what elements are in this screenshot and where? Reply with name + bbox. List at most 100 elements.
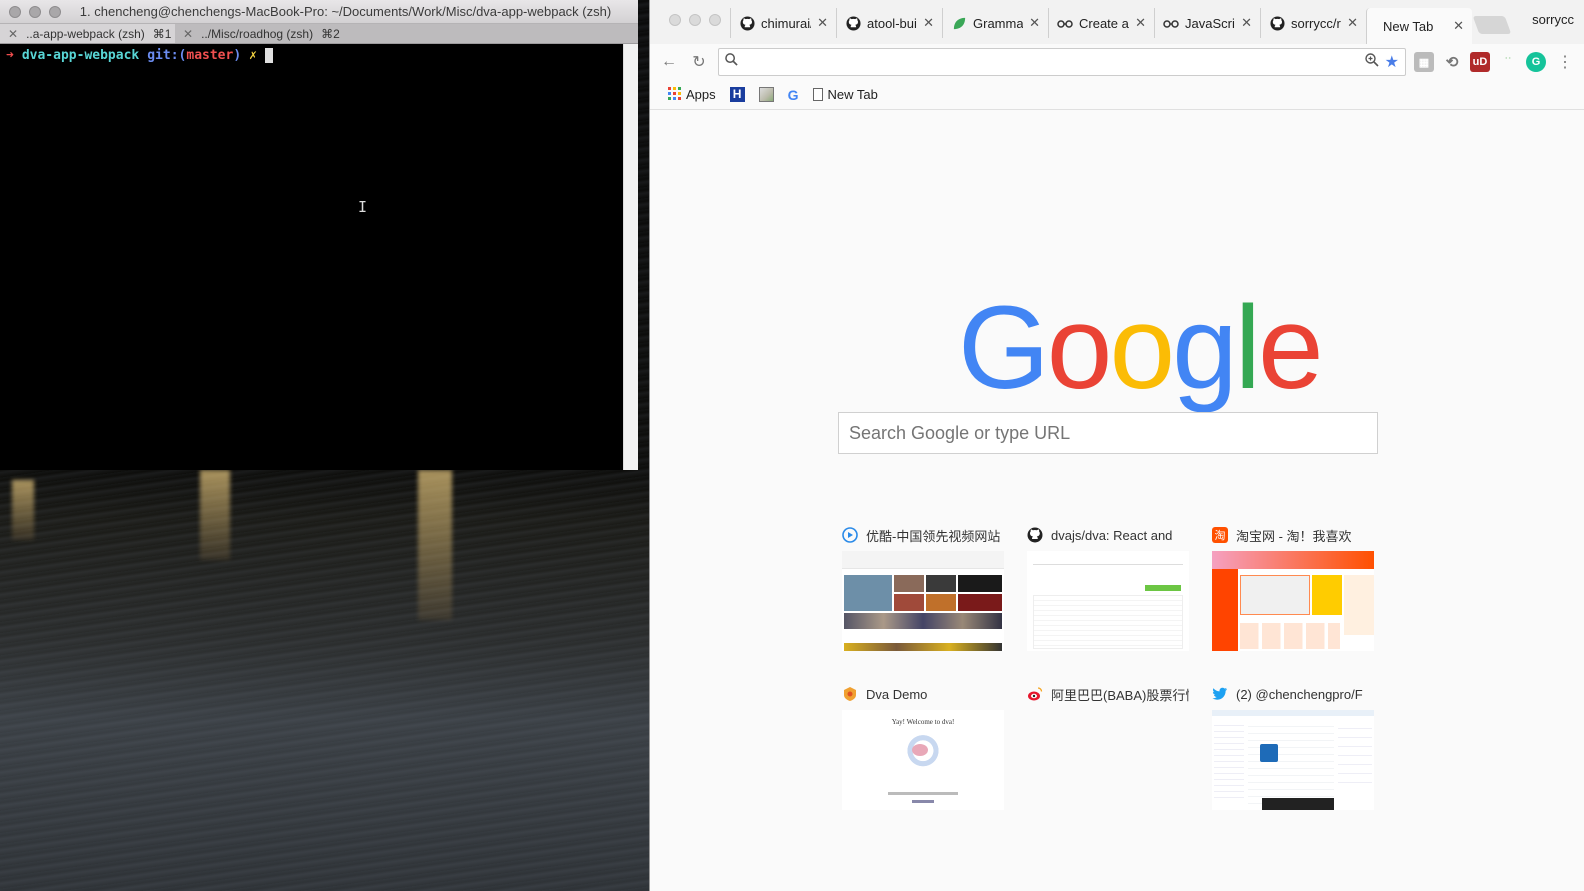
github-icon bbox=[739, 15, 755, 31]
tab-title: JavaScrip bbox=[1185, 15, 1235, 31]
profile-button[interactable]: sorrycc bbox=[1532, 12, 1574, 27]
tile-thumbnail bbox=[1027, 710, 1189, 810]
zoom-window-button[interactable] bbox=[709, 14, 721, 26]
bookmark-google[interactable]: G bbox=[788, 87, 799, 103]
light-reflection bbox=[200, 470, 230, 560]
back-arrow-icon[interactable]: ← bbox=[658, 51, 680, 73]
taobao-icon: 淘 bbox=[1212, 527, 1228, 543]
browser-tab[interactable]: JavaScrip ✕ bbox=[1154, 8, 1260, 38]
most-visited-tile[interactable]: 淘 淘宝网 - 淘！我喜欢 bbox=[1212, 523, 1374, 651]
menu-kebab-icon[interactable]: ⋮ bbox=[1554, 51, 1576, 73]
close-tab-icon[interactable]: ✕ bbox=[8, 27, 18, 41]
minimize-window-button[interactable] bbox=[29, 5, 41, 18]
tile-thumbnail: Yay! Welcome to dva! bbox=[842, 710, 1004, 810]
google-logo: Google bbox=[958, 280, 1324, 416]
browser-toolbar: ← ↻ ★ ▦ ⟲ uD ˙˙ G ⋮ bbox=[650, 44, 1584, 80]
prompt-arrow-icon: ➜ bbox=[6, 48, 14, 63]
most-visited-tile[interactable]: (2) @chenchengpro/F bbox=[1212, 682, 1374, 810]
most-visited-tile[interactable]: 优酷-中国领先视频网站 bbox=[842, 523, 1004, 651]
close-window-button[interactable] bbox=[669, 14, 681, 26]
close-tab-icon[interactable]: ✕ bbox=[923, 15, 942, 31]
browser-tab[interactable]: Grammar ✕ bbox=[942, 8, 1048, 38]
glasses-icon bbox=[1057, 15, 1073, 31]
logo-letter: g bbox=[1172, 282, 1238, 414]
terminal-title: 1. chencheng@chenchengs-MacBook-Pro: ~/D… bbox=[79, 4, 612, 19]
extension-icon[interactable]: ▦ bbox=[1414, 52, 1434, 72]
tile-thumbnail bbox=[1212, 551, 1374, 651]
address-bar[interactable]: ★ bbox=[718, 48, 1406, 76]
close-tab-icon[interactable]: ✕ bbox=[1029, 15, 1048, 31]
sync-extension-icon[interactable]: ⟲ bbox=[1442, 52, 1462, 72]
github-icon bbox=[1027, 527, 1043, 543]
terminal-tab-1[interactable]: ✕ ..a-app-webpack (zsh) ⌘1 bbox=[0, 24, 175, 43]
bookmark-new-tab[interactable]: New Tab bbox=[812, 87, 878, 102]
terminal-titlebar[interactable]: 1. chencheng@chenchengs-MacBook-Pro: ~/D… bbox=[0, 0, 638, 24]
minimize-window-button[interactable] bbox=[689, 14, 701, 26]
google-search-box[interactable] bbox=[838, 412, 1378, 454]
close-tab-icon[interactable]: ✕ bbox=[1135, 15, 1154, 31]
browser-tab[interactable]: Create a ✕ bbox=[1048, 8, 1154, 38]
page-icon bbox=[812, 88, 823, 101]
logo-letter: o bbox=[1109, 282, 1175, 414]
close-window-button[interactable] bbox=[9, 5, 21, 18]
terminal-body[interactable]: ➜ dva-app-webpack git:(master) ✗ I bbox=[0, 44, 638, 470]
terminal-tab-bar: ✕ ..a-app-webpack (zsh) ⌘1 ✕ ../Misc/roa… bbox=[0, 24, 638, 44]
tab-title: Create a bbox=[1079, 15, 1129, 31]
logo-letter: G bbox=[958, 282, 1050, 414]
h-icon: H bbox=[729, 87, 745, 102]
bookmark-image[interactable] bbox=[758, 87, 774, 102]
close-tab-icon[interactable]: ✕ bbox=[1347, 15, 1366, 31]
ublock-icon[interactable]: uD bbox=[1470, 52, 1490, 72]
dva-icon bbox=[842, 686, 858, 702]
extension-dots-icon[interactable]: ˙˙ bbox=[1498, 52, 1518, 72]
tile-title: 淘宝网 - 淘！我喜欢 bbox=[1236, 528, 1352, 544]
zoom-window-button[interactable] bbox=[49, 5, 61, 18]
browser-tab[interactable]: sorrycc/r ✕ bbox=[1260, 8, 1366, 38]
prompt-dirty-icon: ✗ bbox=[249, 48, 257, 63]
bookmark-h[interactable]: H bbox=[729, 87, 745, 102]
bookmark-star-icon[interactable]: ★ bbox=[1385, 52, 1399, 72]
logo-letter: o bbox=[1046, 282, 1113, 414]
new-tab-button[interactable] bbox=[1472, 16, 1512, 34]
close-tab-icon[interactable]: ✕ bbox=[1453, 18, 1472, 34]
browser-tab-active[interactable]: New Tab ✕ bbox=[1366, 8, 1472, 44]
terminal-scrollbar[interactable] bbox=[623, 44, 638, 470]
bookmark-label: Apps bbox=[686, 87, 716, 102]
tile-thumbnail bbox=[1027, 551, 1189, 651]
browser-tab[interactable]: chimurai/ ✕ bbox=[730, 8, 836, 38]
browser-tab[interactable]: atool-buil ✕ bbox=[836, 8, 942, 38]
tile-title: Dva Demo bbox=[866, 686, 928, 702]
search-input[interactable] bbox=[849, 422, 1367, 444]
terminal-tab-shortcut: ⌘1 bbox=[152, 26, 172, 41]
window-controls bbox=[0, 5, 61, 18]
close-tab-icon[interactable]: ✕ bbox=[183, 27, 193, 41]
glasses-icon bbox=[1163, 15, 1179, 31]
most-visited-tile[interactable]: 阿里巴巴(BABA)股票行情 bbox=[1027, 682, 1189, 810]
tab-title: chimurai/ bbox=[761, 15, 812, 31]
close-tab-icon[interactable]: ✕ bbox=[817, 15, 836, 31]
logo-letter: e bbox=[1257, 282, 1324, 414]
tile-title: dvajs/dva: React and bbox=[1051, 527, 1173, 543]
github-icon bbox=[845, 15, 861, 31]
most-visited-tile[interactable]: dvajs/dva: React and bbox=[1027, 523, 1189, 651]
browser-window: chimurai/ ✕ atool-buil ✕ Grammar ✕ Creat… bbox=[649, 0, 1584, 891]
zoom-icon[interactable] bbox=[1364, 52, 1379, 72]
tile-thumbnail bbox=[1212, 710, 1374, 810]
image-icon bbox=[758, 87, 774, 102]
tile-title: (2) @chenchengpro/F bbox=[1236, 686, 1363, 702]
github-icon bbox=[1269, 15, 1285, 31]
text-cursor bbox=[265, 48, 273, 63]
prompt-git: git:(master) bbox=[147, 48, 242, 63]
grammarly-icon[interactable]: G bbox=[1526, 52, 1546, 72]
tile-thumbnail bbox=[842, 551, 1004, 651]
weibo-icon bbox=[1027, 686, 1043, 702]
bookmark-apps[interactable]: Apps bbox=[668, 86, 716, 103]
terminal-tab-2[interactable]: ✕ ../Misc/roadhog (zsh) ⌘2 bbox=[175, 24, 350, 43]
close-tab-icon[interactable]: ✕ bbox=[1241, 15, 1260, 31]
apps-grid-icon bbox=[668, 86, 681, 103]
tab-title: New Tab bbox=[1383, 18, 1434, 34]
most-visited-tile[interactable]: Dva Demo Yay! Welcome to dva! bbox=[842, 682, 1004, 810]
address-input[interactable] bbox=[744, 54, 1359, 70]
reload-icon[interactable]: ↻ bbox=[688, 51, 710, 73]
browser-tab-strip: chimurai/ ✕ atool-buil ✕ Grammar ✕ Creat… bbox=[650, 0, 1584, 44]
